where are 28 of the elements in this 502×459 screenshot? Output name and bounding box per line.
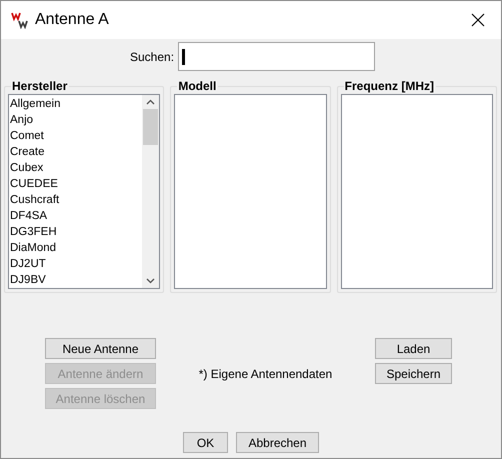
list-item[interactable]: DJ9BV [9,272,142,288]
list-item[interactable]: DG3FEH [9,224,142,240]
search-label: Suchen: [130,50,174,64]
note-text: *) Eigene Antennendaten [198,366,332,380]
button[interactable]: Speichern [375,363,452,384]
button[interactable]: Neue Antenne [45,338,156,359]
list-item[interactable]: CUEDEE [9,176,142,192]
list-box[interactable]: Allgemein Anjo Comet Create Cubex CUEDEE Cushcraft DF4SA DG3FEH DiaMond DJ2UT DJ9BV [8,94,160,289]
close-icon [471,13,485,27]
window-title: Antenne A [35,11,110,29]
logo-icon [11,11,29,29]
list-item[interactable]: Comet [9,128,142,144]
button[interactable]: Abbrechen [236,432,319,453]
list-item[interactable]: DJ2UT [9,256,142,272]
group-title: Frequenz [MHz] [344,79,436,93]
list-item[interactable]: Cubex [9,160,142,176]
scroll-bar[interactable] [142,95,160,288]
search-field[interactable] [178,42,376,71]
button[interactable]: OK [183,432,228,453]
group-title: Modell [177,79,218,93]
list-item[interactable]: Cushcraft [9,192,142,208]
group-title: Hersteller [11,79,70,93]
button[interactable]: Laden [375,338,452,359]
list-item[interactable]: Allgemein [9,96,142,112]
list-item[interactable]: Anjo [9,112,142,128]
list-item[interactable]: DiaMond [9,240,142,256]
list-item[interactable]: DF4SA [9,208,142,224]
list-item[interactable]: Create [9,144,142,160]
